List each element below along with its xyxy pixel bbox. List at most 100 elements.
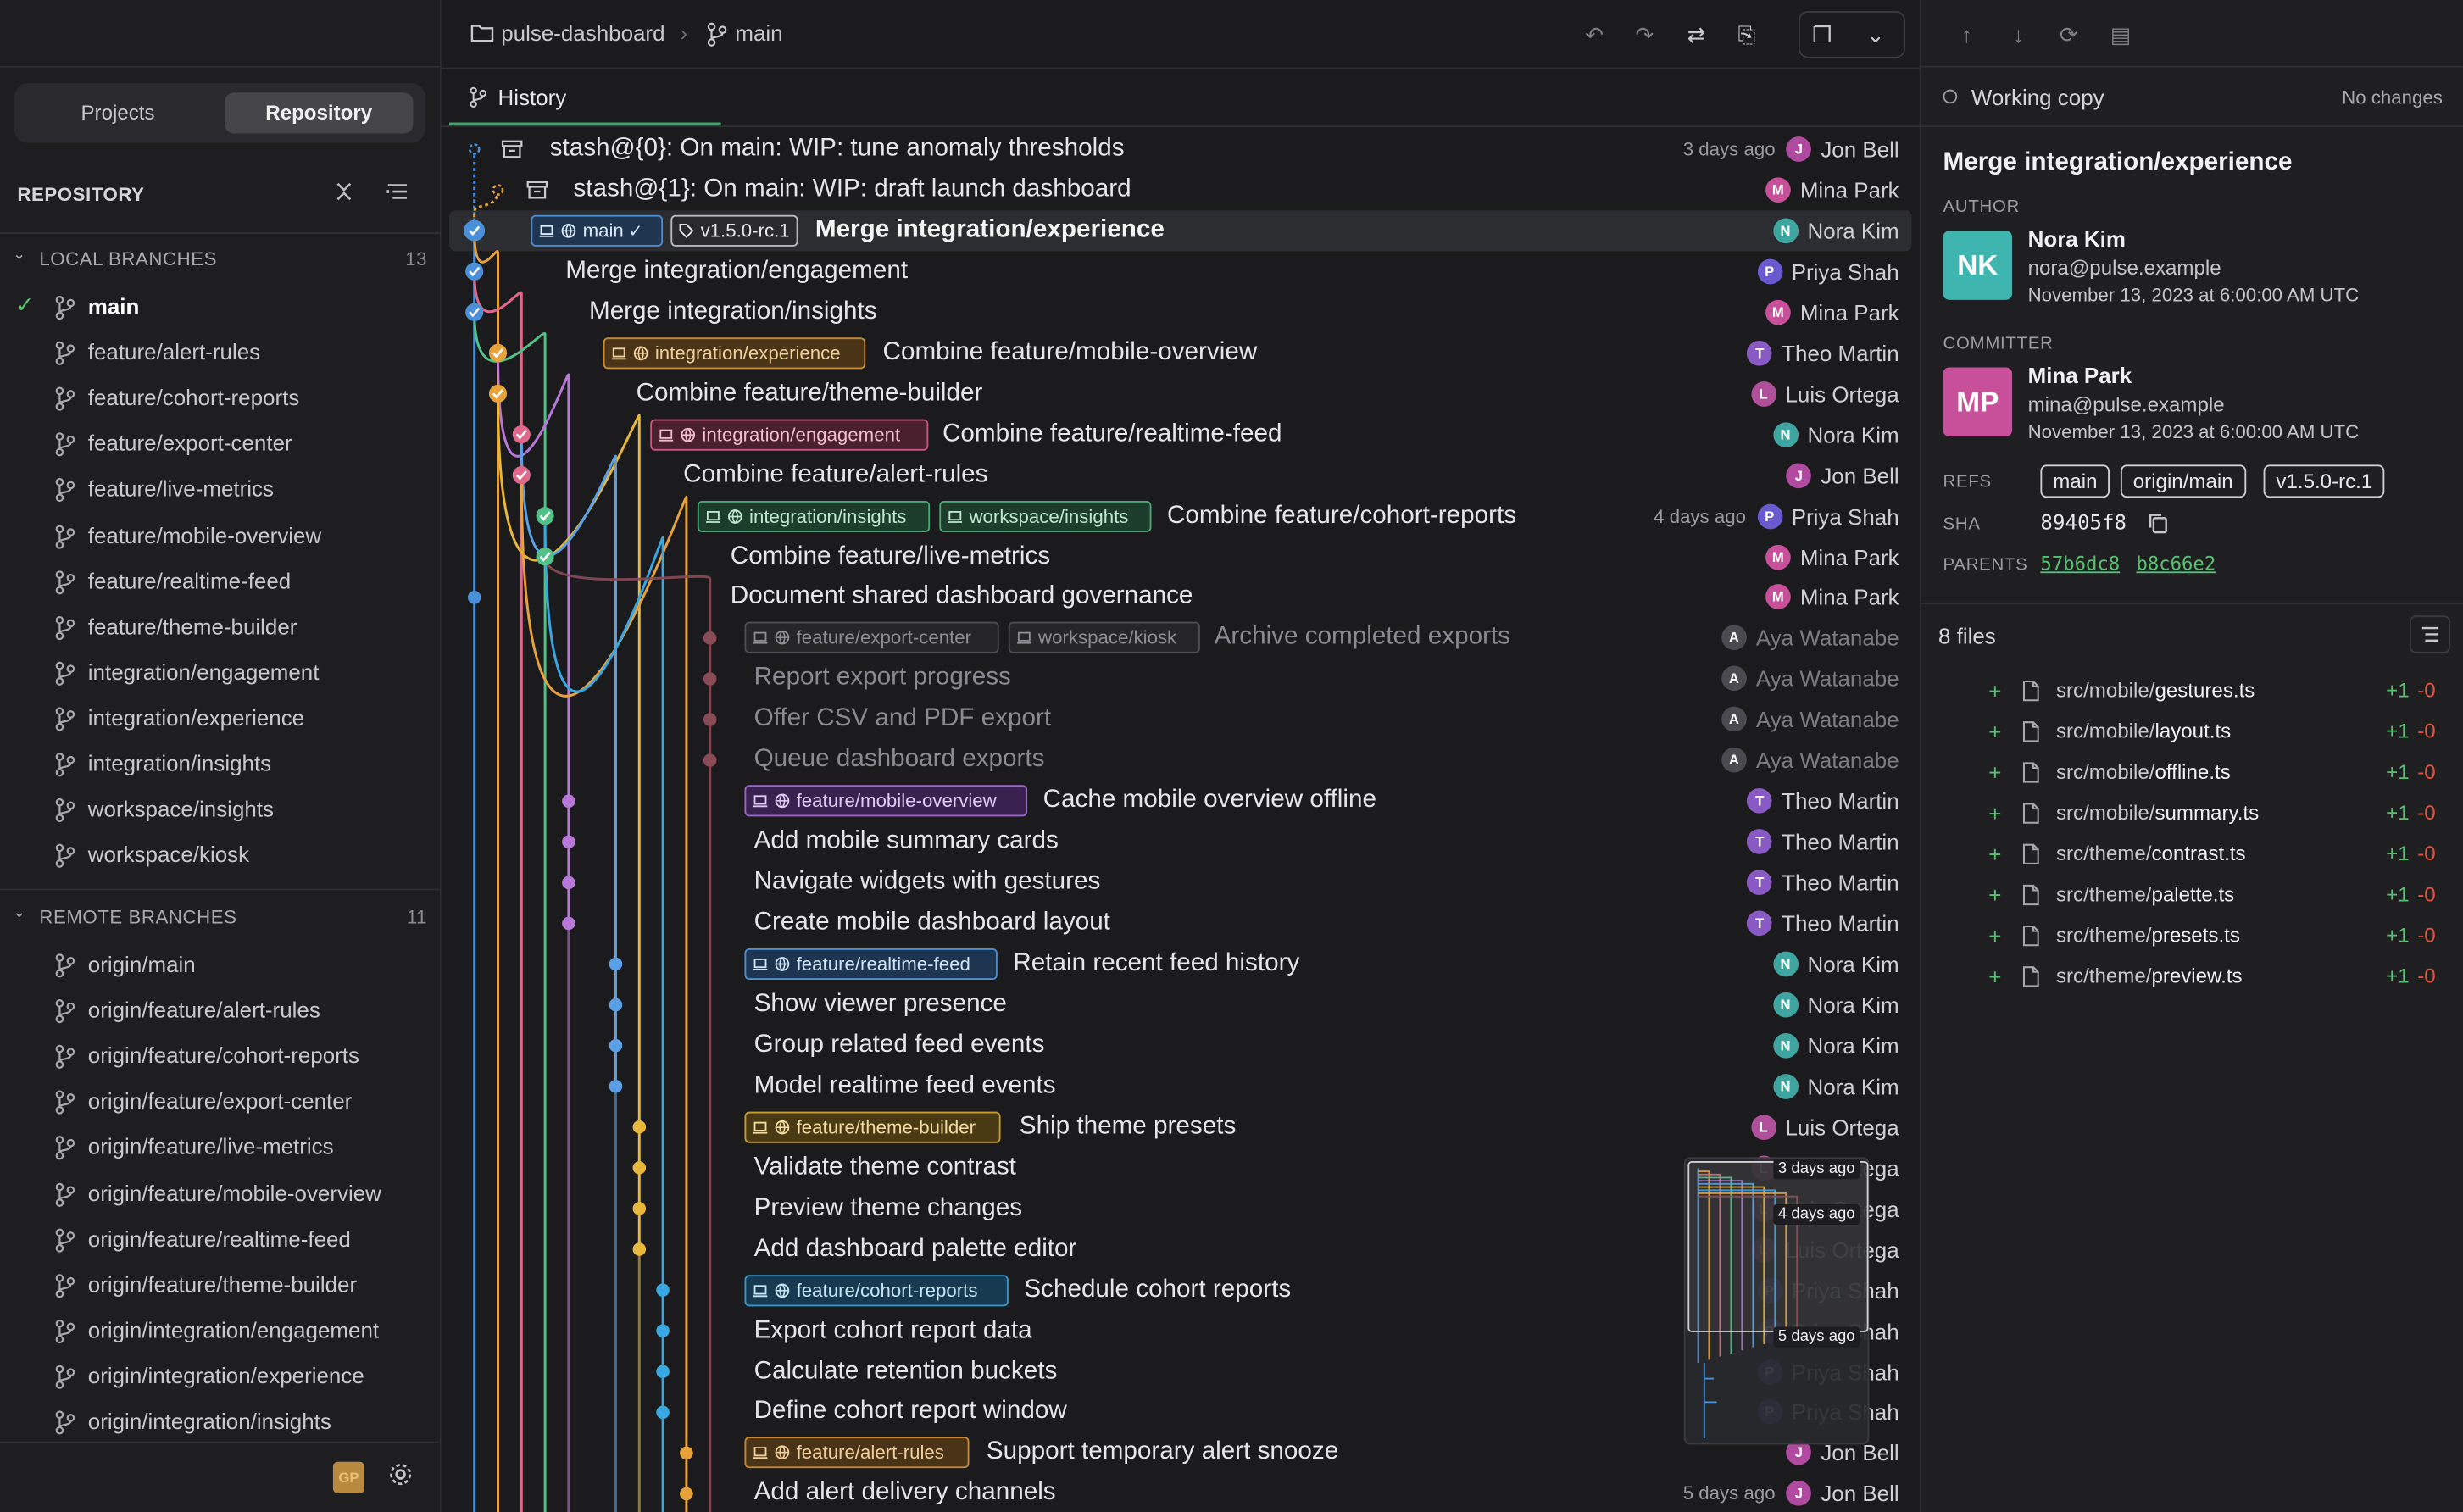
changed-file-row[interactable]: + src/mobile/offline.ts +1 -0 — [1921, 752, 2463, 792]
branch-item[interactable]: workspace/insights — [0, 787, 440, 832]
commit-node[interactable] — [632, 1161, 647, 1175]
author-email[interactable]: nora@pulse.example — [2028, 256, 2221, 280]
file-icon — [2021, 802, 2040, 824]
commit-node[interactable] — [656, 1324, 670, 1337]
tab-repository[interactable]: Repository — [225, 92, 414, 134]
branch-item[interactable]: integration/engagement — [0, 650, 440, 696]
commit-node[interactable] — [656, 1365, 670, 1379]
copy-view-icon[interactable]: ❐ — [1806, 19, 1838, 50]
ref-chip[interactable]: v1.5.0-rc.1 — [2263, 464, 2386, 498]
commit-node[interactable] — [703, 713, 717, 726]
commit-node[interactable] — [609, 1038, 623, 1053]
gear-icon[interactable] — [386, 1460, 418, 1492]
branch-ref-chip[interactable]: feature/alert-rules — [744, 1437, 970, 1469]
branch-item[interactable]: origin/integration/experience — [0, 1354, 440, 1399]
commit-node[interactable] — [632, 1242, 647, 1256]
branch-item[interactable]: feature/realtime-feed — [0, 559, 440, 604]
commit-node[interactable] — [562, 876, 575, 890]
changed-file-row[interactable]: + src/theme/presets.ts +1 -0 — [1921, 914, 2463, 955]
changed-file-row[interactable]: + src/theme/preview.ts +1 -0 — [1921, 956, 2463, 997]
branch-ref-chip[interactable]: feature/cohort-reports — [744, 1274, 1009, 1306]
commit-node[interactable] — [703, 672, 717, 686]
branch-item[interactable]: origin/feature/theme-builder — [0, 1262, 440, 1308]
ref-chip[interactable]: origin/main — [2120, 464, 2246, 498]
branch-ref-chip[interactable]: feature/mobile-overview — [744, 785, 1028, 817]
sha-value[interactable]: 89405f8 — [2040, 512, 2127, 536]
redo-icon[interactable]: ↷ — [1629, 19, 1660, 50]
changed-file-row[interactable]: + src/theme/palette.ts +1 -0 — [1921, 874, 2463, 914]
changed-file-row[interactable]: + src/mobile/gestures.ts +1 -0 — [1921, 670, 2463, 711]
branch-item[interactable]: origin/feature/realtime-feed — [0, 1216, 440, 1262]
branch-item[interactable]: feature/mobile-overview — [0, 513, 440, 559]
refresh-icon[interactable]: ⟳ — [2053, 19, 2084, 50]
commit-node[interactable] — [703, 631, 717, 645]
breadcrumb-branch[interactable]: main — [735, 20, 782, 46]
branch-item[interactable]: feature/export-center — [0, 421, 440, 467]
branch-item[interactable]: origin/integration/insights — [0, 1399, 440, 1445]
local-branches-header[interactable]: ⌄ LOCAL BRANCHES 13 — [13, 242, 427, 276]
branch-ref-chip[interactable]: workspace/insights — [939, 500, 1152, 532]
branch-item[interactable]: origin/integration/engagement — [0, 1308, 440, 1354]
copy-icon[interactable] — [2146, 510, 2171, 543]
branch-item[interactable]: origin/feature/cohort-reports — [0, 1033, 440, 1079]
history-minimap[interactable]: 3 days ago 4 days ago 5 days ago — [1683, 1157, 1870, 1445]
branch-item[interactable]: integration/experience — [0, 695, 440, 741]
commit-node[interactable] — [562, 835, 575, 849]
ref-chip[interactable]: main — [2040, 464, 2110, 498]
branch-item[interactable]: origin/feature/export-center — [0, 1079, 440, 1125]
branch-item[interactable]: origin/feature/mobile-overview — [0, 1170, 440, 1216]
commit-node[interactable] — [467, 591, 481, 604]
file-list-options-button[interactable] — [2409, 615, 2451, 653]
branch-item[interactable]: integration/insights — [0, 741, 440, 787]
branch-item[interactable]: workspace/kiosk — [0, 832, 440, 878]
commit-node[interactable] — [609, 998, 623, 1012]
compare-icon[interactable]: ⇄ — [1681, 19, 1712, 50]
branch-item[interactable]: origin/feature/live-metrics — [0, 1125, 440, 1170]
arrow-up-icon[interactable]: ↑ — [1951, 19, 1982, 50]
undo-icon[interactable]: ↶ — [1579, 19, 1610, 50]
export-icon[interactable]: ⎘ — [1731, 19, 1762, 50]
changed-file-row[interactable]: + src/mobile/layout.ts +1 -0 — [1921, 711, 2463, 752]
parent-link[interactable]: 57b6dc8 — [2040, 553, 2120, 575]
commit-node[interactable] — [703, 753, 717, 767]
commit-node[interactable] — [656, 1283, 670, 1297]
commit-node[interactable] — [609, 1079, 623, 1093]
commit-node[interactable] — [632, 1120, 647, 1134]
branch-ref-chip[interactable]: feature/realtime-feed — [744, 948, 998, 981]
branch-ref-chip[interactable]: feature/theme-builder — [744, 1111, 1001, 1143]
commit-node[interactable] — [609, 957, 623, 971]
tab-history[interactable]: History — [449, 69, 721, 126]
branch-item[interactable]: origin/feature/alert-rules — [0, 987, 440, 1033]
chevron-down-icon[interactable]: ⌄ — [1860, 19, 1891, 50]
list-options-icon[interactable] — [383, 181, 411, 208]
minimap-viewport[interactable] — [1687, 1160, 1869, 1332]
committer-email[interactable]: mina@pulse.example — [2028, 392, 2225, 416]
working-copy-row[interactable]: Working copy No changes — [1921, 68, 2463, 128]
commit-node[interactable] — [656, 1405, 670, 1420]
branch-ref-chip[interactable]: workspace/kiosk — [1008, 622, 1200, 654]
branch-item[interactable]: feature/theme-builder — [0, 604, 440, 650]
tab-projects[interactable]: Projects — [24, 92, 212, 133]
remote-branches-header[interactable]: ⌄ REMOTE BRANCHES 11 — [13, 900, 427, 935]
commit-node[interactable] — [492, 184, 504, 196]
commit-node[interactable] — [680, 1446, 693, 1460]
changed-file-row[interactable]: + src/mobile/summary.ts +1 -0 — [1921, 792, 2463, 833]
branch-item[interactable]: ✓ main — [0, 284, 440, 330]
commit-node[interactable] — [468, 143, 481, 155]
branch-item[interactable]: origin/main — [0, 942, 440, 988]
commit-node[interactable] — [632, 1202, 647, 1215]
collapse-all-icon[interactable] — [330, 181, 358, 208]
breadcrumb-repo[interactable]: pulse-dashboard — [501, 20, 664, 46]
user-avatar[interactable]: GP — [332, 1461, 364, 1493]
branch-item[interactable]: feature/alert-rules — [0, 330, 440, 375]
branch-item[interactable]: feature/cohort-reports — [0, 375, 440, 421]
branch-ref-chip[interactable]: feature/export-center — [744, 622, 999, 654]
archive-icon[interactable]: ▤ — [2104, 19, 2136, 50]
commit-node[interactable] — [562, 794, 575, 808]
changed-file-row[interactable]: + src/theme/contrast.ts +1 -0 — [1921, 833, 2463, 874]
branch-item[interactable]: feature/live-metrics — [0, 467, 440, 513]
arrow-down-icon[interactable]: ↓ — [2003, 19, 2034, 50]
parent-link[interactable]: b8c66e2 — [2136, 553, 2216, 575]
commit-node[interactable] — [680, 1487, 693, 1501]
commit-node[interactable] — [562, 916, 575, 931]
